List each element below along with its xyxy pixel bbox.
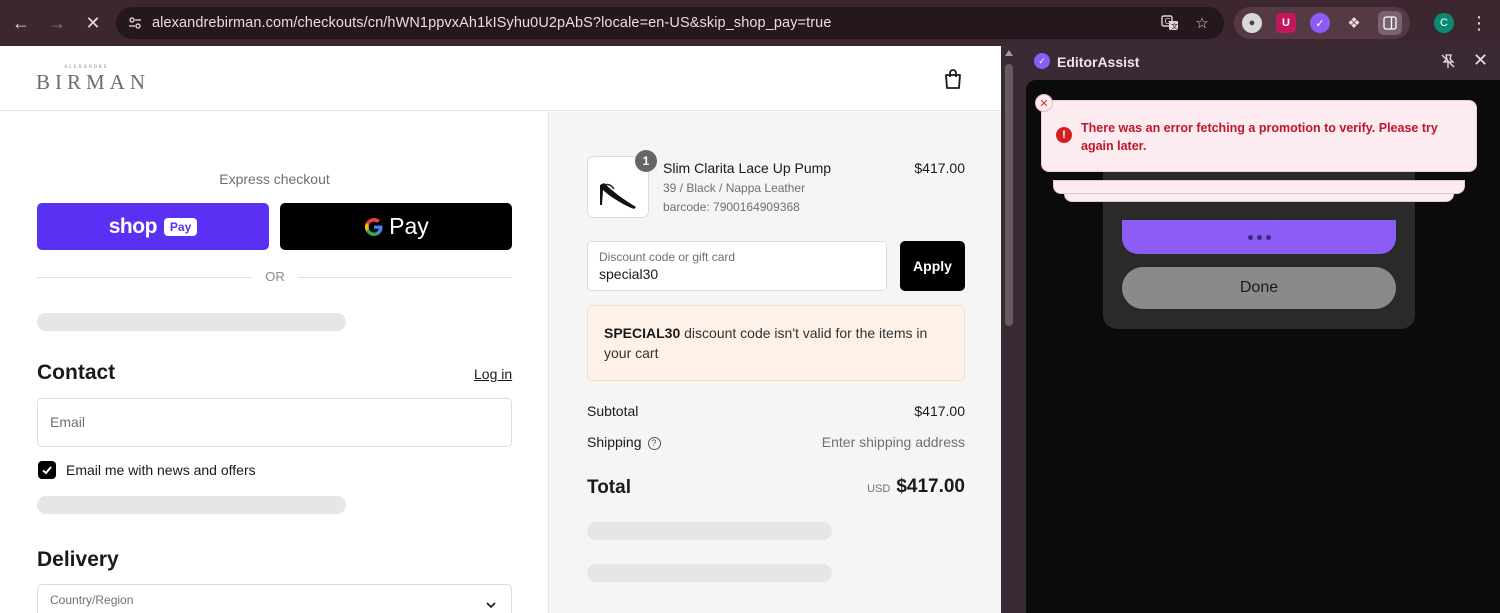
forward-icon[interactable]: →: [42, 8, 72, 38]
discount-code-input[interactable]: Discount code or gift card special30: [587, 241, 887, 291]
extensions-group: ● U ✓ ❖: [1234, 7, 1410, 39]
ublock-shield-icon[interactable]: U: [1276, 13, 1296, 33]
puzzle-extensions-icon[interactable]: ❖: [1344, 13, 1364, 33]
scrollbar-thumb[interactable]: [1005, 64, 1013, 326]
product-price: $417.00: [914, 160, 965, 176]
editorassist-extension-icon[interactable]: ✓: [1310, 13, 1330, 33]
loading-button[interactable]: [1122, 220, 1396, 254]
loading-skeleton: [37, 496, 346, 514]
svg-text:文: 文: [1171, 22, 1178, 31]
shipping-label: Shipping: [587, 434, 642, 450]
toast-message: There was an error fetching a promotion …: [1081, 121, 1438, 153]
product-variant: 39 / Black / Nappa Leather: [663, 181, 806, 195]
country-label: Country/Region: [50, 593, 134, 607]
site-header: ALEXANDRE BIRMAN: [0, 46, 1001, 111]
editorassist-logo-icon: ✓: [1034, 53, 1050, 69]
shopping-bag-icon[interactable]: [942, 68, 964, 90]
panel-content: Done ✕ ! There was an error fetching a p…: [1026, 80, 1500, 613]
pin-icon[interactable]: [1440, 53, 1456, 69]
country-select[interactable]: Country/Region: [37, 584, 512, 613]
extension-circle-icon[interactable]: ●: [1242, 13, 1262, 33]
total-value: $417.00: [896, 476, 965, 497]
loading-skeleton: [37, 313, 346, 331]
shop-pay-wordmark: shop: [108, 214, 158, 238]
side-panel-icon[interactable]: [1378, 11, 1402, 35]
newsletter-checkbox[interactable]: [38, 461, 56, 479]
panel-title: EditorAssist: [1057, 54, 1140, 70]
discount-value: special30: [599, 266, 659, 282]
delivery-heading: Delivery: [37, 548, 119, 571]
page-scrollbar[interactable]: [1001, 46, 1017, 613]
loading-dot: [1256, 234, 1262, 240]
address-bar[interactable]: alexandrebirman.com/checkouts/cn/hWN1ppv…: [116, 7, 1224, 39]
help-circle-icon[interactable]: ?: [647, 437, 661, 450]
back-icon[interactable]: ←: [6, 8, 36, 38]
order-summary-column: 1 Slim Clarita Lace Up Pump 39 / Black /…: [549, 112, 1001, 613]
google-pay-label: Pay: [389, 213, 429, 239]
loading-dot: [1247, 234, 1253, 240]
error-alert-icon: !: [1056, 127, 1072, 143]
checkout-page: ALEXANDRE BIRMAN Express checkout shop P…: [0, 46, 1001, 613]
total-row: USD $417.00: [765, 476, 965, 498]
loading-skeleton: [587, 564, 832, 582]
bookmark-star-icon[interactable]: ☆: [1192, 13, 1212, 33]
email-field[interactable]: Email: [37, 398, 512, 447]
login-link[interactable]: Log in: [474, 366, 512, 382]
contact-heading: Contact: [37, 361, 116, 384]
total-currency: USD: [867, 483, 891, 495]
product-barcode: barcode: 7900164909368: [663, 200, 800, 214]
express-checkout-label: Express checkout: [219, 171, 330, 187]
shipping-row: Shipping?: [587, 434, 661, 450]
google-g-icon: [365, 217, 383, 236]
toast-stack-layer: [1053, 180, 1465, 194]
or-separator: OR: [265, 269, 285, 284]
discount-error-notice: SPECIAL30 discount code isn't valid for …: [587, 305, 965, 381]
divider: [298, 277, 512, 278]
google-pay-button[interactable]: Pay: [280, 203, 512, 250]
shipping-value: Enter shipping address: [821, 434, 965, 450]
divider: [37, 277, 252, 278]
checkout-form-column: Express checkout shop Pay Pay OR Contact…: [0, 112, 549, 613]
menu-kebab-icon[interactable]: ⋮: [1467, 11, 1491, 35]
newsletter-label[interactable]: Email me with news and offers: [66, 462, 256, 478]
site-logo[interactable]: BIRMAN: [36, 70, 150, 95]
url-text[interactable]: alexandrebirman.com/checkouts/cn/hWN1ppv…: [152, 15, 832, 31]
product-name: Slim Clarita Lace Up Pump: [663, 160, 832, 176]
discount-placeholder: Discount code or gift card: [599, 250, 736, 264]
subtotal-label: Subtotal: [587, 403, 639, 419]
apply-discount-button[interactable]: Apply: [900, 241, 965, 291]
subtotal-value: $417.00: [914, 403, 965, 419]
loading-dot: [1265, 234, 1271, 240]
quantity-badge: 1: [635, 150, 657, 172]
browser-toolbar: ← → ✕ alexandrebirman.com/checkouts/cn/h…: [0, 0, 1500, 46]
loading-skeleton: [587, 522, 832, 540]
profile-initial: C: [1434, 13, 1454, 33]
translate-icon[interactable]: G文: [1160, 13, 1180, 33]
editorassist-side-panel: ✓ EditorAssist ✕ Done ✕ ! There was an e…: [1017, 46, 1500, 613]
site-info-icon[interactable]: [124, 12, 146, 34]
error-toast: ✕ ! There was an error fetching a promot…: [1035, 94, 1477, 172]
shop-pay-button[interactable]: shop Pay: [37, 203, 269, 250]
checkmark-icon: [42, 466, 52, 475]
total-label: Total: [587, 477, 631, 498]
email-placeholder: Email: [50, 414, 86, 430]
chevron-down-icon: [486, 602, 496, 609]
close-panel-icon[interactable]: ✕: [1473, 50, 1488, 71]
shop-pay-pill: Pay: [163, 217, 198, 236]
dismiss-toast-icon[interactable]: ✕: [1035, 94, 1053, 112]
done-button[interactable]: Done: [1122, 267, 1396, 309]
scroll-up-arrow-icon[interactable]: [1005, 50, 1013, 56]
profile-avatar[interactable]: C: [1432, 11, 1456, 35]
stop-loading-icon[interactable]: ✕: [78, 8, 108, 38]
notice-code: SPECIAL30: [604, 325, 681, 341]
